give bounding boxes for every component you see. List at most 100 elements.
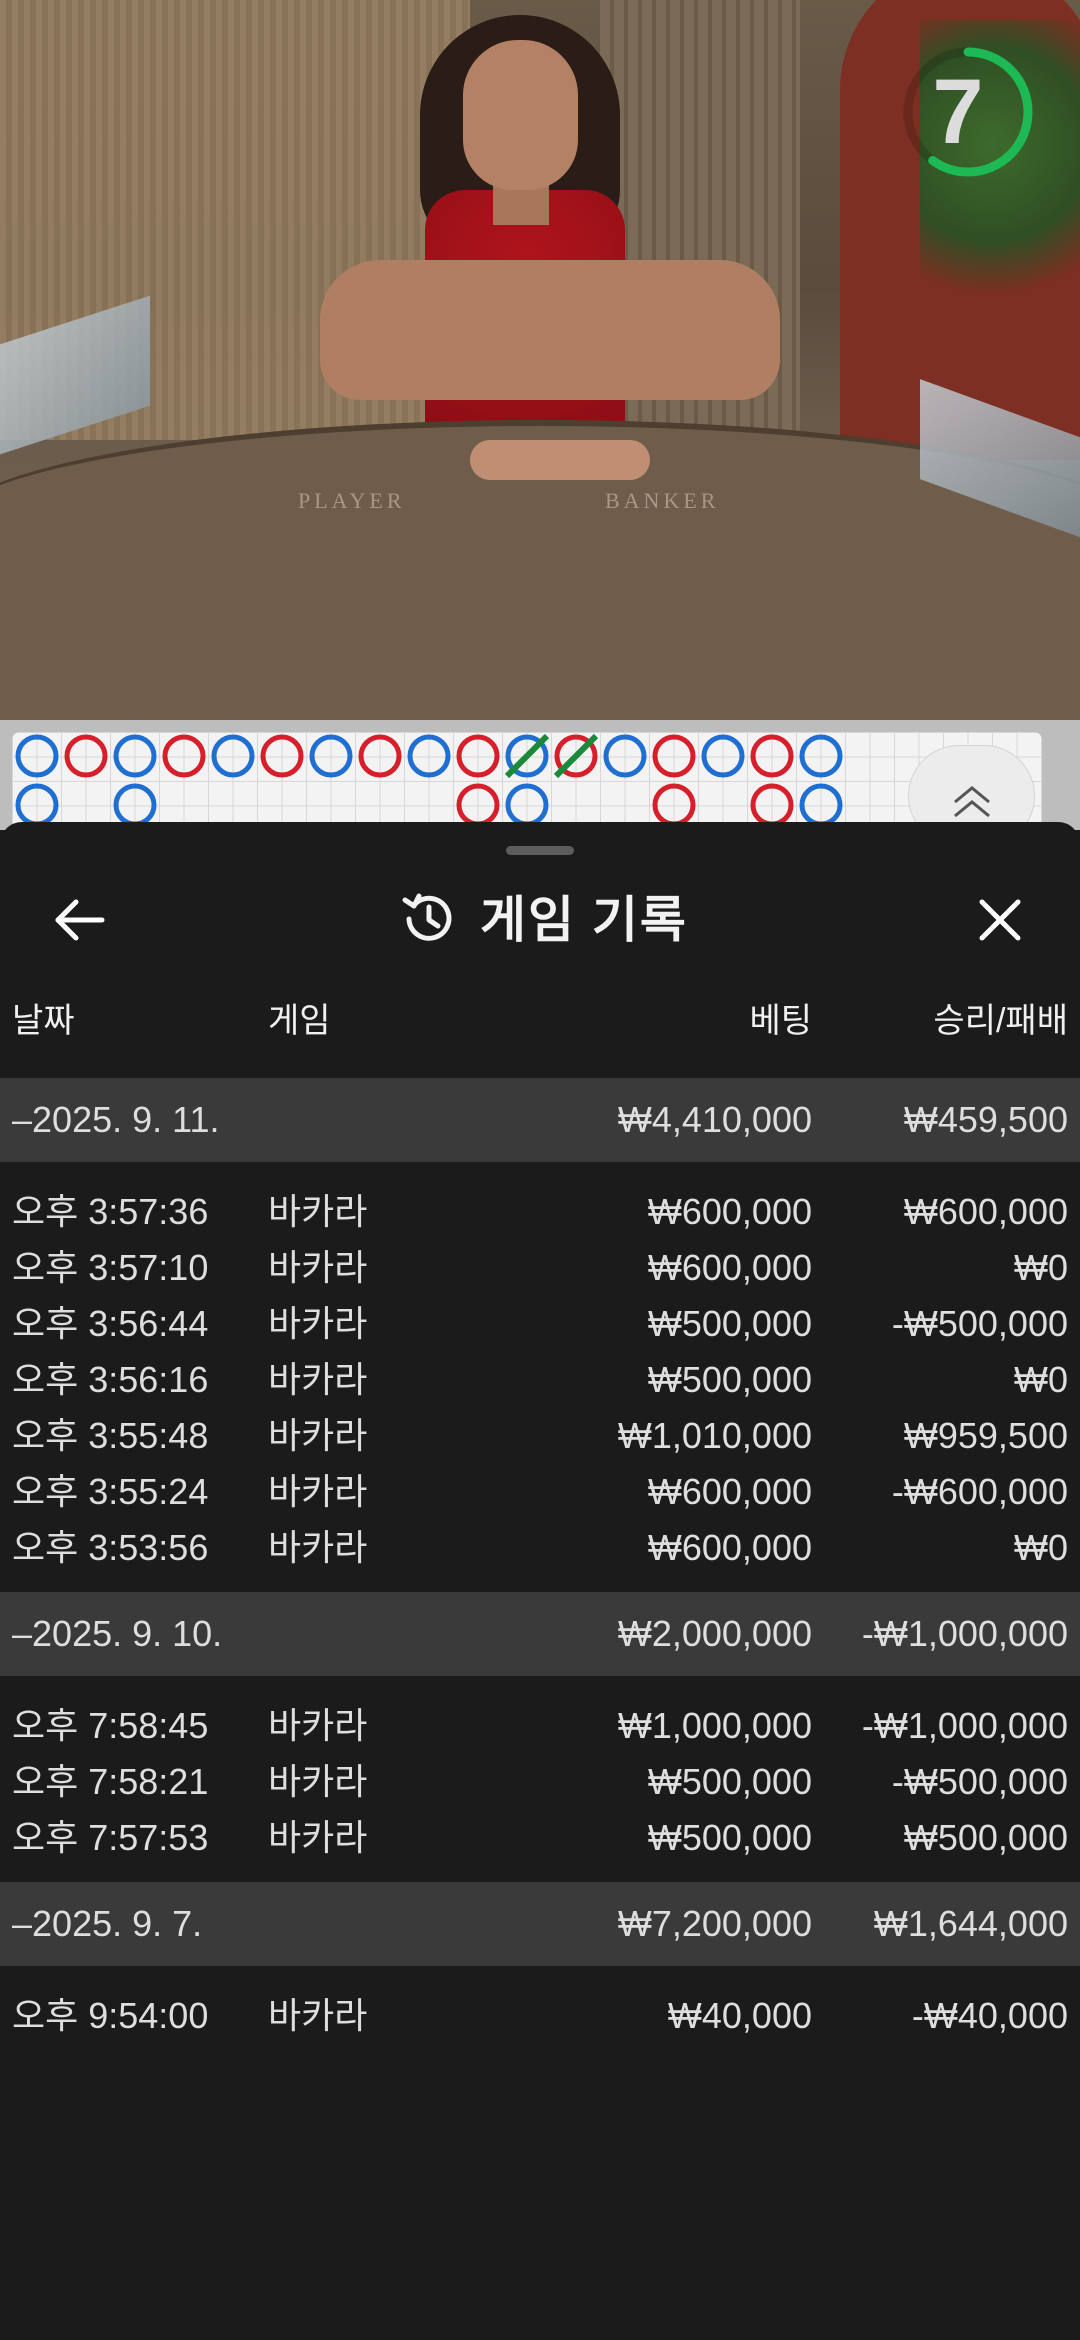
player-bead xyxy=(603,734,647,778)
row-time: 오후 3:55:24 xyxy=(12,1471,209,1512)
banker-bead xyxy=(750,734,794,778)
row-bet: ₩500,000 xyxy=(647,1359,812,1400)
history-row[interactable]: 오후 7:58:45 바카라 ₩1,000,000 -₩1,000,000 xyxy=(0,1696,1080,1756)
row-result: ₩959,500 xyxy=(903,1415,1068,1456)
bottom-fade-overlay xyxy=(0,2212,1080,2340)
table-player-label: PLAYER xyxy=(298,488,406,513)
row-game: 바카라 xyxy=(268,1995,368,2036)
player-bead xyxy=(505,783,549,827)
sheet-title: 게임 기록 xyxy=(480,892,688,948)
bead-road-grid xyxy=(12,732,1042,830)
date-group-header[interactable]: –2025. 9. 11. ₩4,410,000 ₩459,500 xyxy=(0,1078,1080,1162)
row-result: ₩500,000 xyxy=(903,1817,1068,1858)
dealer-arms xyxy=(320,260,780,400)
banker-bead xyxy=(750,783,794,827)
group-total-result: -₩1,000,000 xyxy=(861,1613,1068,1654)
row-result: ₩0 xyxy=(1014,1527,1068,1568)
history-table-header: 날짜 게임 베팅 승리/패배 xyxy=(0,990,1080,1052)
row-time: 오후 3:57:10 xyxy=(12,1247,209,1288)
row-result: ₩600,000 xyxy=(903,1191,1068,1232)
row-time: 오후 7:57:53 xyxy=(12,1817,209,1858)
history-row[interactable]: 오후 7:57:53 바카라 ₩500,000 ₩500,000 xyxy=(0,1808,1080,1868)
history-row[interactable]: 오후 3:55:24 바카라 ₩600,000 -₩600,000 xyxy=(0,1462,1080,1522)
row-bet: ₩500,000 xyxy=(647,1761,812,1802)
row-time: 오후 9:54:00 xyxy=(12,1995,209,2036)
row-bet: ₩600,000 xyxy=(647,1471,812,1512)
group-date: –2025. 9. 7. xyxy=(12,1903,203,1944)
group-total-result: ₩1,644,000 xyxy=(873,1903,1068,1944)
header-date: 날짜 xyxy=(12,1002,75,1040)
header-bet: 베팅 xyxy=(749,1002,812,1040)
row-time: 오후 3:55:48 xyxy=(12,1415,209,1456)
table-banker-label: BANKER xyxy=(605,488,720,513)
row-game: 바카라 xyxy=(268,1303,368,1344)
row-game: 바카라 xyxy=(268,1247,368,1288)
row-game: 바카라 xyxy=(268,1471,368,1512)
row-result: ₩0 xyxy=(1014,1359,1068,1400)
player-bead xyxy=(211,734,255,778)
dealer-face xyxy=(463,40,578,190)
row-result: -₩500,000 xyxy=(891,1303,1068,1344)
row-bet: ₩500,000 xyxy=(647,1817,812,1858)
row-bet: ₩1,000,000 xyxy=(617,1705,812,1746)
group-date: –2025. 9. 10. xyxy=(12,1613,223,1654)
countdown-number: 7 xyxy=(932,61,984,163)
row-game: 바카라 xyxy=(268,1359,368,1400)
row-time: 오후 3:57:36 xyxy=(12,1191,209,1232)
close-button[interactable] xyxy=(960,880,1040,960)
back-button[interactable] xyxy=(40,880,120,960)
player-bead xyxy=(113,783,157,827)
banker-bead xyxy=(162,734,206,778)
banker-bead xyxy=(652,734,696,778)
row-result: -₩600,000 xyxy=(891,1471,1068,1512)
history-row[interactable]: 오후 3:57:36 바카라 ₩600,000 ₩600,000 xyxy=(0,1182,1080,1242)
row-time: 오후 7:58:21 xyxy=(12,1761,209,1802)
player-bead xyxy=(113,734,157,778)
double-chevron-up-icon xyxy=(954,786,990,818)
row-bet: ₩600,000 xyxy=(647,1247,812,1288)
row-game: 바카라 xyxy=(268,1415,368,1456)
banker-bead xyxy=(456,783,500,827)
history-row[interactable]: 오후 3:57:10 바카라 ₩600,000 ₩0 xyxy=(0,1238,1080,1298)
bead-road-marks xyxy=(15,733,843,827)
row-time: 오후 3:53:56 xyxy=(12,1527,209,1568)
history-row[interactable]: 오후 3:56:16 바카라 ₩500,000 ₩0 xyxy=(0,1350,1080,1410)
row-time: 오후 7:58:45 xyxy=(12,1705,209,1746)
group-date: –2025. 9. 11. xyxy=(12,1099,220,1140)
history-row[interactable]: 오후 3:53:56 바카라 ₩600,000 ₩0 xyxy=(0,1518,1080,1578)
row-result: ₩0 xyxy=(1014,1247,1068,1288)
row-time: 오후 3:56:16 xyxy=(12,1359,209,1400)
row-bet: ₩600,000 xyxy=(647,1527,812,1568)
player-bead xyxy=(309,734,353,778)
dealer-hands xyxy=(470,440,650,480)
date-group-header[interactable]: –2025. 9. 10. ₩2,000,000 -₩1,000,000 xyxy=(0,1592,1080,1676)
header-result: 승리/패배 xyxy=(933,1002,1068,1040)
date-group-header[interactable]: –2025. 9. 7. ₩7,200,000 ₩1,644,000 xyxy=(0,1882,1080,1966)
banker-bead xyxy=(358,734,402,778)
group-total-bet: ₩4,410,000 xyxy=(617,1099,812,1140)
player-bead xyxy=(799,734,843,778)
player-bead xyxy=(701,734,745,778)
row-game: 바카라 xyxy=(268,1761,368,1802)
row-bet: ₩500,000 xyxy=(647,1303,812,1344)
row-game: 바카라 xyxy=(268,1705,368,1746)
arrow-left-icon xyxy=(55,899,105,941)
history-row[interactable]: 오후 3:56:44 바카라 ₩500,000 -₩500,000 xyxy=(0,1294,1080,1354)
row-game: 바카라 xyxy=(268,1817,368,1858)
history-row[interactable]: 오후 3:55:48 바카라 ₩1,010,000 ₩959,500 xyxy=(0,1406,1080,1466)
banker-bead xyxy=(456,734,500,778)
sheet-drag-handle[interactable] xyxy=(506,846,574,855)
row-bet: ₩1,010,000 xyxy=(617,1415,812,1456)
row-bet: ₩600,000 xyxy=(647,1191,812,1232)
group-total-bet: ₩7,200,000 xyxy=(617,1903,812,1944)
row-result: -₩40,000 xyxy=(911,1995,1068,2036)
history-row[interactable]: 오후 7:58:21 바카라 ₩500,000 -₩500,000 xyxy=(0,1752,1080,1812)
group-total-bet: ₩2,000,000 xyxy=(617,1613,812,1654)
player-bead xyxy=(407,734,451,778)
banker-bead xyxy=(652,783,696,827)
history-row[interactable]: 오후 9:54:00 바카라 ₩40,000 -₩40,000 xyxy=(0,1986,1080,2046)
player-bead xyxy=(15,783,59,827)
player-bead xyxy=(799,783,843,827)
history-icon xyxy=(402,893,452,941)
banker-bead xyxy=(260,734,304,778)
